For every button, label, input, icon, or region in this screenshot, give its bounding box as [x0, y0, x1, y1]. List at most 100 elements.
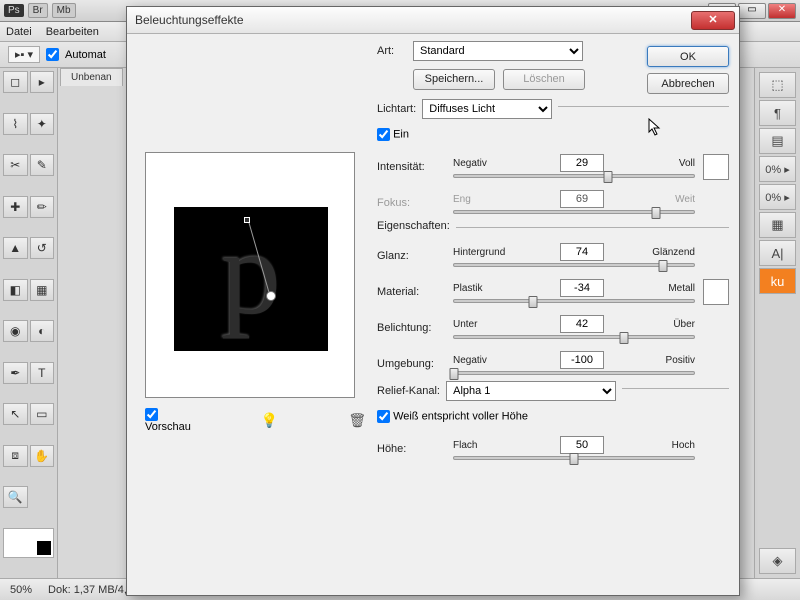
glanz-left: Hintergrund — [453, 247, 523, 258]
tools-panel: ◻ ▸ ⌇ ✦ ✂ ✎ ✚ ✏ ▲ ↺ ◧ ▦ ◉ ◐ ✒ T ↖ ▭ ⧈ ✋ … — [0, 68, 58, 578]
fokus-label: Fokus: — [377, 197, 453, 209]
crop-tool-icon[interactable]: ✂ — [3, 154, 28, 176]
material-color-swatch[interactable] — [703, 279, 729, 305]
preview-image: p — [174, 207, 328, 351]
actions-icon[interactable]: 0% ▸ — [759, 156, 796, 182]
belichtung-slider[interactable] — [453, 335, 695, 339]
eyedropper-tool-icon[interactable]: ✎ — [30, 154, 55, 176]
shape-tool-icon[interactable]: ▭ — [30, 403, 55, 425]
hoehe-input[interactable] — [560, 436, 604, 454]
umgebung-slider[interactable] — [453, 371, 695, 375]
swatches-icon[interactable]: ⬚ — [759, 72, 796, 98]
umgebung-left: Negativ — [453, 355, 523, 366]
menu-edit[interactable]: Bearbeiten — [46, 26, 99, 38]
preview-canvas[interactable]: p — [145, 152, 355, 398]
right-dock: ⬚ ¶ ▤ 0% ▸ 0% ▸ ▦ A| ku ◈ — [754, 68, 800, 578]
intensitaet-input[interactable] — [560, 154, 604, 172]
glanz-slider[interactable] — [453, 263, 695, 267]
intensitaet-label: Intensität: — [377, 161, 453, 173]
brush-tool-icon[interactable]: ✏ — [30, 196, 55, 218]
light-color-swatch[interactable] — [703, 154, 729, 180]
preview-checkbox-label: Vorschau — [145, 408, 191, 433]
app-close-button[interactable]: ✕ — [768, 3, 796, 19]
hoehe-left: Flach — [453, 440, 523, 451]
move-tool-icon[interactable]: ▸ — [30, 71, 55, 93]
app-maximize-button[interactable]: ▭ — [738, 3, 766, 19]
dodge-tool-icon[interactable]: ◐ — [30, 320, 55, 342]
character-icon[interactable]: A| — [759, 240, 796, 266]
eraser-tool-icon[interactable]: ◧ — [3, 279, 28, 301]
material-slider[interactable] — [453, 299, 695, 303]
ok-button[interactable]: OK — [647, 46, 729, 67]
weiss-checkbox[interactable] — [377, 410, 390, 423]
styles-icon[interactable]: ▦ — [759, 212, 796, 238]
umgebung-right: Positiv — [641, 355, 695, 366]
hoehe-right: Hoch — [641, 440, 695, 451]
umgebung-input[interactable] — [560, 351, 604, 369]
path-tool-icon[interactable]: ↖ — [3, 403, 28, 425]
preview-content: p — [221, 225, 281, 321]
glanz-input[interactable] — [560, 243, 604, 261]
intensitaet-left: Negativ — [453, 158, 523, 169]
trash-icon[interactable]: 🗑 — [348, 412, 366, 430]
hoehe-slider[interactable] — [453, 456, 695, 460]
glanz-right: Glänzend — [641, 247, 695, 258]
cancel-button[interactable]: Abbrechen — [647, 73, 729, 94]
intensitaet-right: Voll — [641, 158, 695, 169]
type-tool-icon[interactable]: T — [30, 362, 55, 384]
light-center-handle[interactable] — [266, 291, 276, 301]
lichtart-label: Lichtart: Diffuses Licht — [377, 99, 558, 119]
marquee-tool-icon[interactable]: ◻ — [3, 71, 28, 93]
dialog-close-button[interactable]: ✕ — [691, 11, 735, 30]
gradient-tool-icon[interactable]: ▦ — [30, 279, 55, 301]
art-label: Art: — [377, 45, 413, 57]
belichtung-input[interactable] — [560, 315, 604, 333]
heal-tool-icon[interactable]: ✚ — [3, 196, 28, 218]
menu-file[interactable]: Datei — [6, 26, 32, 38]
light-handle[interactable] — [244, 217, 250, 223]
wand-tool-icon[interactable]: ✦ — [30, 113, 55, 135]
zoom-level[interactable]: 50% — [10, 584, 32, 596]
history-icon[interactable]: ▤ — [759, 128, 796, 154]
art-select[interactable]: Standard — [413, 41, 583, 61]
tool-preset[interactable]: ▸▪ ▾ — [8, 46, 40, 63]
material-input[interactable] — [560, 279, 604, 297]
material-right: Metall — [641, 283, 695, 294]
pen-tool-icon[interactable]: ✒ — [3, 362, 28, 384]
lighting-effects-dialog: Beleuchtungseffekte ✕ p Vorschau 💡 🗑 — [126, 6, 740, 596]
belichtung-right: Über — [641, 319, 695, 330]
relief-select[interactable]: Alpha 1 — [446, 381, 616, 401]
hand-tool-icon[interactable]: ✋ — [30, 445, 55, 467]
umgebung-label: Umgebung: — [377, 358, 453, 370]
belichtung-left: Unter — [453, 319, 523, 330]
zoom-tool-icon[interactable]: 🔍 — [3, 486, 28, 508]
color-swatches[interactable] — [3, 528, 54, 558]
fokus-right: Weit — [641, 194, 695, 205]
ein-checkbox[interactable] — [377, 128, 390, 141]
weiss-checkbox-label: Weiß entspricht voller Höhe — [377, 410, 528, 423]
dialog-title-bar[interactable]: Beleuchtungseffekte ✕ — [127, 7, 739, 34]
relief-label: Relief-Kanal: Alpha 1 — [377, 381, 622, 401]
fokus-input — [560, 190, 604, 208]
br-badge: Br — [28, 3, 48, 18]
actions2-icon[interactable]: 0% ▸ — [759, 184, 796, 210]
intensitaet-slider[interactable] — [453, 174, 695, 178]
layers-icon[interactable]: ◈ — [759, 548, 796, 574]
lichtart-select[interactable]: Diffuses Licht — [422, 99, 552, 119]
blur-tool-icon[interactable]: ◉ — [3, 320, 28, 342]
lightbulb-icon[interactable]: 💡 — [261, 412, 278, 430]
eigenschaften-label: Eigenschaften: — [377, 220, 456, 232]
automat-checkbox[interactable] — [46, 48, 59, 61]
hoehe-label: Höhe: — [377, 443, 453, 455]
paragraph-icon[interactable]: ¶ — [759, 100, 796, 126]
glanz-label: Glanz: — [377, 250, 453, 262]
automat-label: Automat — [65, 49, 106, 61]
preview-checkbox[interactable] — [145, 408, 158, 421]
save-button[interactable]: Speichern... — [413, 69, 495, 90]
history-brush-tool-icon[interactable]: ↺ — [30, 237, 55, 259]
3d-tool-icon[interactable]: ⧈ — [3, 445, 28, 467]
ein-checkbox-label: Ein — [377, 128, 409, 141]
kuler-icon[interactable]: ku — [759, 268, 796, 294]
lasso-tool-icon[interactable]: ⌇ — [3, 113, 28, 135]
stamp-tool-icon[interactable]: ▲ — [3, 237, 28, 259]
